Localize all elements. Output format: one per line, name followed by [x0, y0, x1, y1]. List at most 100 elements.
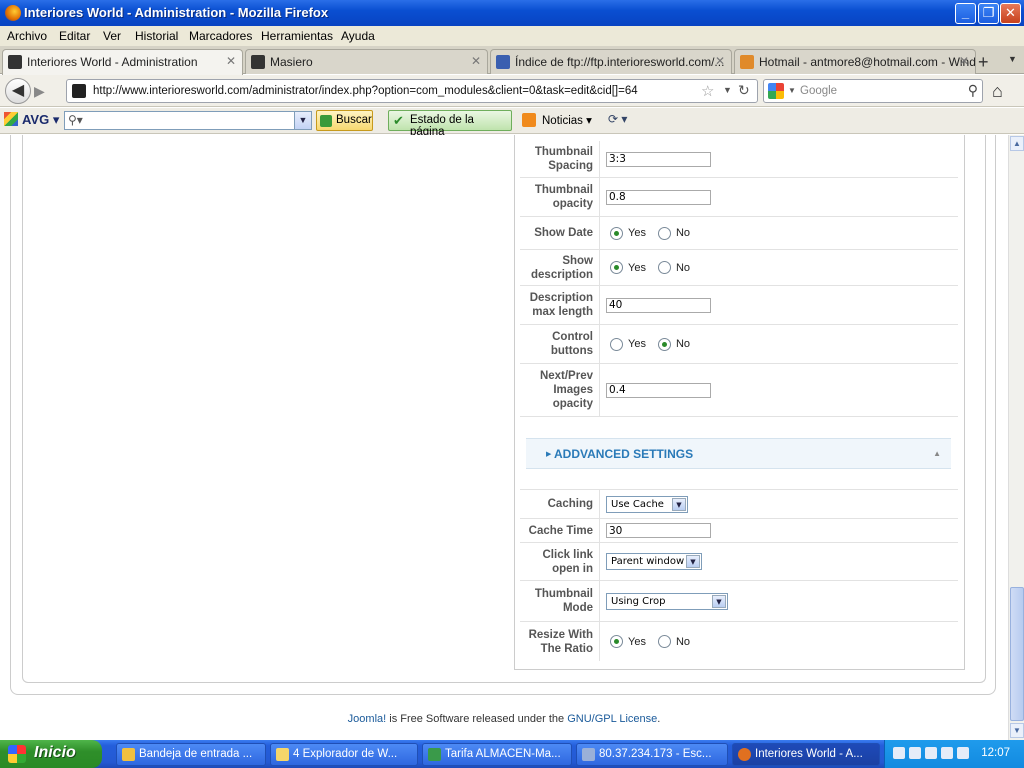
tray-avg-icon[interactable] [957, 747, 969, 759]
close-tab-icon[interactable]: ✕ [959, 54, 969, 68]
vertical-scrollbar[interactable]: ▲ ▼ [1008, 135, 1024, 740]
avg-search-button-label: Buscar [336, 114, 372, 126]
tab-ftp-index[interactable]: Índice de ftp://ftp.interioresworld.com/… [490, 49, 732, 74]
taskbar-item-remote[interactable]: 80.37.234.173 - Esc... [576, 743, 728, 766]
param-label: Thumbnail Mode [520, 581, 600, 621]
search-bar[interactable]: ▼ Google ⚲ [763, 79, 983, 103]
minimize-button[interactable]: _ [955, 3, 976, 24]
show-description-no-radio[interactable] [657, 261, 671, 274]
avg-search-button[interactable]: Buscar [316, 110, 373, 131]
gpl-license-link[interactable]: GNU/GPL License [567, 713, 657, 725]
tab-label: Masiero [270, 55, 313, 69]
search-icon[interactable]: ⚲ [968, 82, 978, 99]
close-tab-icon[interactable]: ✕ [471, 54, 481, 68]
avg-extra-icon[interactable]: ⟳ ▾ [608, 112, 627, 126]
show-date-yes-radio[interactable] [610, 226, 623, 240]
menu-archivo[interactable]: Archivo [7, 29, 47, 43]
control-buttons-yes-radio[interactable] [610, 337, 623, 351]
show-description-yes-radio[interactable] [610, 261, 623, 274]
param-row-control-buttons: Control buttons Yes No [520, 325, 958, 364]
reload-icon[interactable]: ↻ [738, 82, 750, 99]
menu-historial[interactable]: Historial [135, 29, 178, 43]
clock[interactable]: 12:07 [981, 747, 1010, 759]
list-tabs-icon[interactable]: ▼ [1008, 54, 1017, 64]
avg-search-dropdown-icon[interactable]: ▼ [294, 112, 311, 129]
url-history-dropdown-icon[interactable]: ▼ [723, 85, 732, 95]
close-tab-icon[interactable]: ✕ [715, 54, 725, 68]
tab-masiero[interactable]: Masiero ✕ [245, 49, 488, 74]
menu-ayuda[interactable]: Ayuda [341, 29, 375, 43]
chevron-down-icon: ▼ [686, 555, 700, 568]
close-window-button[interactable]: ✕ [1000, 3, 1021, 24]
news-button[interactable]: Noticias ▾ [522, 113, 592, 127]
close-tab-icon[interactable]: ✕ [226, 54, 236, 68]
windows-taskbar: Inicio Bandeja de entrada ... 4 Explorad… [0, 740, 1024, 768]
taskbar-item-excel[interactable]: Tarifa ALMACEN-Ma... [422, 743, 572, 766]
click-link-select-value: Parent window [611, 556, 685, 567]
search-icon[interactable]: ⚲▾ [68, 113, 83, 127]
tray-arrow-icon[interactable] [893, 747, 905, 759]
advanced-settings-toggle[interactable]: ▶ ADDVANCED SETTINGS ▲ [526, 438, 951, 469]
maximize-button[interactable]: ❐ [978, 3, 999, 24]
param-label: Description max length [520, 286, 600, 324]
collapse-icon[interactable]: ▲ [933, 449, 941, 458]
tab-bar: Interiores World - Administration ✕ Masi… [0, 46, 1024, 75]
system-tray: 12:07 [884, 740, 1024, 768]
window-titlebar[interactable]: Interiores World - Administration - Mozi… [0, 0, 1024, 26]
window-title: Interiores World - Administration - Mozi… [24, 5, 329, 20]
show-date-no-radio[interactable] [657, 226, 671, 240]
tab-hotmail[interactable]: Hotmail - antmore8@hotmail.com - Wind...… [734, 49, 976, 74]
avg-logo[interactable]: AVG ▾ [4, 112, 59, 128]
back-button[interactable]: ◀ [5, 78, 31, 104]
thumbnail-opacity-input[interactable] [606, 189, 711, 205]
tray-network-icon[interactable] [925, 747, 937, 759]
caching-select-value: Use Cache [611, 498, 664, 510]
resize-ratio-no-radio[interactable] [657, 635, 671, 648]
scroll-up-icon[interactable]: ▲ [1010, 136, 1024, 151]
taskbar-item-mail[interactable]: Bandeja de entrada ... [116, 743, 266, 766]
joomla-link[interactable]: Joomla! [348, 713, 387, 725]
thumbnail-mode-select[interactable]: Using Crop ▼ [606, 592, 728, 610]
url-text[interactable]: http://www.interioresworld.com/administr… [93, 85, 638, 97]
click-link-select[interactable]: Parent window ▼ [606, 553, 702, 570]
cache-time-input[interactable] [606, 523, 711, 538]
new-tab-button[interactable]: + [978, 52, 989, 73]
menu-editar[interactable]: Editar [59, 29, 90, 43]
caching-select[interactable]: Use Cache ▼ [606, 495, 688, 513]
chevron-down-icon: ▼ [712, 594, 726, 608]
rss-icon [522, 113, 536, 127]
control-buttons-no-radio[interactable] [657, 337, 671, 351]
site-identity-icon[interactable] [72, 84, 86, 98]
taskbar-item-explorer[interactable]: 4 Explorador de W... [270, 743, 418, 766]
resize-ratio-yes-radio[interactable] [610, 635, 623, 648]
menu-ver[interactable]: Ver [103, 29, 121, 43]
expand-triangle-icon: ▶ [546, 451, 552, 458]
tray-mail-icon[interactable] [909, 747, 921, 759]
nextprev-opacity-input[interactable] [606, 382, 711, 398]
home-icon[interactable]: ⌂ [992, 81, 1003, 102]
bookmark-star-icon[interactable]: ☆ [701, 82, 714, 100]
description-max-length-input[interactable] [606, 297, 711, 313]
checkmark-icon: ✔ [393, 113, 404, 128]
page-status-button[interactable]: ✔ Estado de la página [388, 110, 512, 138]
param-row-nextprev-opacity: Next/Prev Images opacity [520, 364, 958, 417]
start-button[interactable]: Inicio [0, 740, 102, 768]
scroll-thumb[interactable] [1010, 587, 1024, 721]
tab-interiores-world[interactable]: Interiores World - Administration ✕ [2, 49, 243, 75]
url-bar[interactable]: http://www.interioresworld.com/administr… [66, 79, 758, 103]
advanced-settings-title: ADDVANCED SETTINGS [554, 447, 694, 461]
tray-volume-icon[interactable] [941, 747, 953, 759]
start-label: Inicio [34, 744, 76, 761]
google-engine-icon[interactable] [768, 83, 784, 99]
param-row-thumbnail-opacity: Thumbnail opacity [520, 178, 958, 217]
engine-dropdown-icon[interactable]: ▼ [788, 86, 796, 95]
menu-herramientas[interactable]: Herramientas [261, 29, 333, 43]
avg-search-input[interactable]: ⚲▾ ▼ [64, 111, 312, 130]
menu-marcadores[interactable]: Marcadores [189, 29, 252, 43]
scroll-down-icon[interactable]: ▼ [1010, 723, 1024, 738]
mail-app-icon [122, 748, 135, 761]
forward-button[interactable]: ▶ [34, 83, 45, 100]
taskbar-item-firefox[interactable]: Interiores World - A... [732, 743, 880, 766]
param-label: Control buttons [520, 325, 600, 363]
thumbnail-spacing-input[interactable] [606, 151, 711, 167]
